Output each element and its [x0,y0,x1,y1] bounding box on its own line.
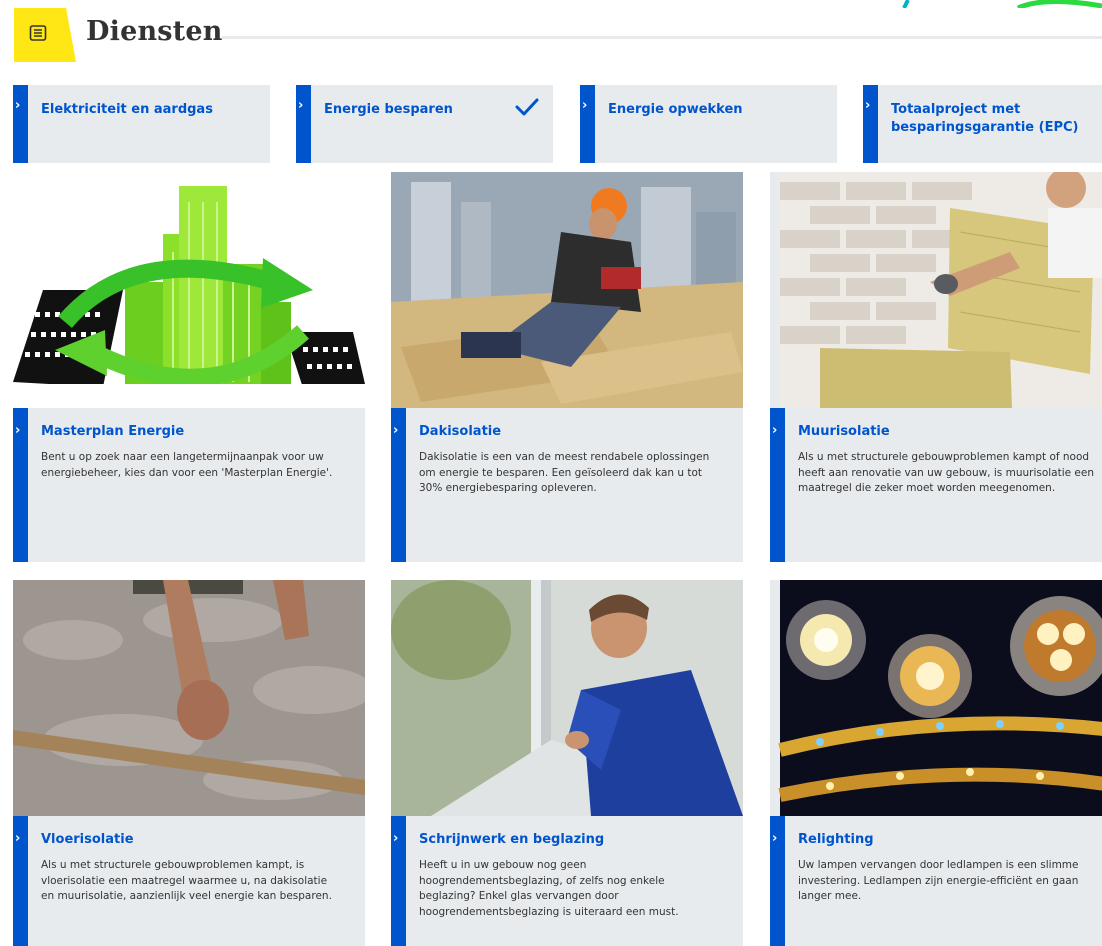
service-card-relighting[interactable]: › Relighting Uw lampen vervangen door le… [770,580,1102,946]
category-label: Energie besparen [324,102,453,117]
chevron-right-icon: › [393,423,399,438]
category-tab-totaalproject[interactable]: › Totaalproject met besparingsgarantie (… [863,85,1102,163]
card-title: Masterplan Energie [41,424,185,439]
card-description: Heeft u in uw gebouw nog geen hoogrendem… [419,859,679,918]
card-title: Schrijnwerk en beglazing [419,832,605,847]
title-divider [222,36,1102,39]
window-installer-photo [391,580,743,816]
chevron-right-icon: › [582,98,588,113]
green-city-illustration [13,172,365,408]
page-header: Diensten [0,0,1102,70]
chevron-right-icon: › [298,98,304,113]
chevron-right-icon: › [772,423,778,438]
chevron-right-icon: › [15,831,21,846]
checkmark-icon [515,98,539,116]
category-label: Elektriciteit en aardgas [41,102,213,117]
page-title: Diensten [86,16,223,47]
category-tab-elektriciteit[interactable]: › Elektriciteit en aardgas [13,85,270,163]
category-label: Energie opwekken [608,102,743,117]
roof-insulation-worker-photo [391,172,743,408]
chevron-right-icon: › [15,423,21,438]
led-lamps-photo [778,580,1102,816]
chevron-right-icon: › [772,831,778,846]
card-title: Dakisolatie [419,424,502,439]
header-icon-tab [14,8,76,62]
service-card-dakisolatie[interactable]: › Dakisolatie Dakisolatie is een van de … [391,172,743,562]
card-description: Als u met structurele gebouwproblemen ka… [41,859,332,902]
card-description: Bent u op zoek naar een langetermijnaanp… [41,451,333,479]
chevron-right-icon: › [865,98,871,113]
service-card-masterplan[interactable]: › Masterplan Energie Bent u op zoek naar… [13,172,365,562]
card-title: Relighting [798,832,874,847]
card-description: Dakisolatie is een van de meest rendabel… [419,451,710,494]
wall-insulation-photo [780,172,1102,408]
service-card-schrijnwerk[interactable]: › Schrijnwerk en beglazing Heeft u in uw… [391,580,743,946]
service-card-muurisolatie[interactable]: › Muurisolatie Als u met structurele geb… [770,172,1102,562]
card-title: Muurisolatie [798,424,890,439]
service-card-vloerisolatie[interactable]: › Vloerisolatie Als u met structurele ge… [13,580,365,946]
card-description: Uw lampen vervangen door ledlampen is ee… [798,859,1079,902]
floor-insulation-photo [13,580,365,816]
chevron-right-icon: › [15,98,21,113]
category-label: Totaalproject met besparingsgarantie (EP… [891,102,1079,135]
corner-logo-fragment [902,0,1102,8]
card-description: Als u met structurele gebouwproblemen ka… [798,451,1095,494]
card-title: Vloerisolatie [41,832,134,847]
chevron-right-icon: › [393,831,399,846]
document-list-icon [29,25,47,41]
category-tab-energie-opwekken[interactable]: › Energie opwekken [580,85,837,163]
category-tab-energie-besparen[interactable]: › Energie besparen [296,85,553,163]
